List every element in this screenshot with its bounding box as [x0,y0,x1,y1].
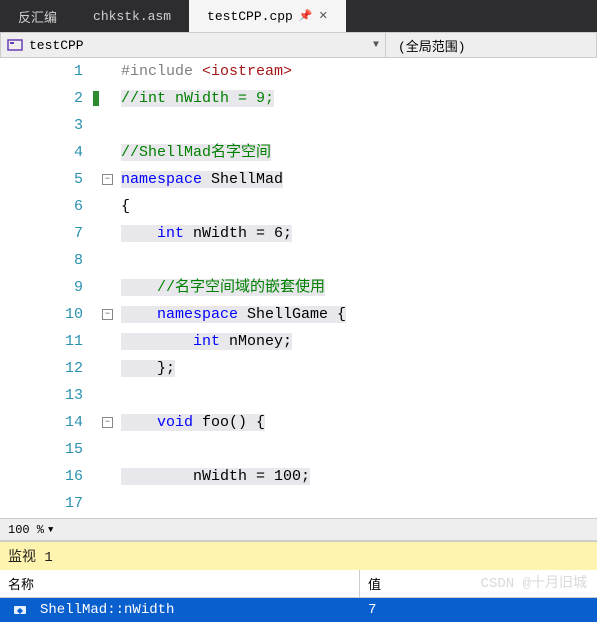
line-number: 8 [0,247,101,274]
line-number: 4 [0,139,101,166]
watch-var-value: 7 [360,602,597,618]
svg-text:◆: ◆ [17,607,24,616]
line-number: 15 [0,436,101,463]
code-area[interactable]: #include <iostream>//int nWidth = 9; //Sh… [105,58,597,518]
line-number: 13 [0,382,101,409]
line-number: 6 [0,193,101,220]
chevron-down-icon: ▼ [373,40,379,51]
code-line[interactable]: int nWidth = 6; [105,220,597,247]
code-line[interactable] [105,247,597,274]
tab-chkstk[interactable]: chkstk.asm [75,0,189,32]
line-number: 9 [0,274,101,301]
code-line[interactable]: //int nWidth = 9; [105,85,597,112]
watch-header: 名称 值 [0,570,597,598]
code-line[interactable]: #include <iostream> [105,58,597,85]
zoom-value: 100 % [8,523,44,537]
scope-right-dropdown[interactable]: (全局范围) [386,33,596,57]
watch-row[interactable]: ◆ ShellMad::nWidth 7 [0,598,597,622]
code-line[interactable]: namespace ShellGame { [105,301,597,328]
zoom-control[interactable]: 100 % ▼ [0,518,597,540]
code-line[interactable]: nWidth = 100; [105,463,597,490]
line-number: 14− [0,409,101,436]
code-line[interactable]: namespace ShellMad [105,166,597,193]
chevron-down-icon: ▼ [48,525,53,535]
line-number: 11 [0,328,101,355]
code-line[interactable] [105,112,597,139]
code-line[interactable] [105,382,597,409]
line-number: 16 [0,463,101,490]
code-line[interactable]: { [105,193,597,220]
code-line[interactable]: //名字空间域的嵌套使用 [105,274,597,301]
code-line[interactable]: void foo() { [105,409,597,436]
code-line[interactable] [105,490,597,517]
line-number: 17 [0,490,101,517]
tab-disassembly[interactable]: 反汇编 [0,0,75,32]
code-line[interactable]: //ShellMad名字空间 [105,139,597,166]
line-number: 1 [0,58,101,85]
watch-var-name: ShellMad::nWidth [40,602,360,618]
line-number: 3 [0,112,101,139]
line-gutter: 12345−678910−11121314−151617 [0,58,105,518]
tab-testcpp[interactable]: testCPP.cpp 📌 ✕ [189,0,346,32]
change-mark-icon [93,91,99,106]
line-number: 10− [0,301,101,328]
code-line[interactable]: }; [105,355,597,382]
scope-toolbar: testCPP ▼ (全局范围) [0,32,597,58]
watch-panel-title: 监视 1 [0,540,597,570]
watch-col-value[interactable]: 值 [360,570,597,597]
tab-bar: 反汇编 chkstk.asm testCPP.cpp 📌 ✕ [0,0,597,32]
pin-icon[interactable]: 📌 [299,9,313,23]
close-icon[interactable]: ✕ [319,9,328,23]
scope-left-dropdown[interactable]: testCPP ▼ [1,33,386,57]
scope-left-text: testCPP [29,38,367,53]
watch-col-name[interactable]: 名称 [0,570,360,597]
scope-right-text: (全局范围) [398,36,584,55]
variable-icon: ◆ [0,602,40,618]
line-number: 2 [0,85,101,112]
line-number: 7 [0,220,101,247]
line-number: 5− [0,166,101,193]
code-line[interactable] [105,436,597,463]
line-number: 12 [0,355,101,382]
code-editor[interactable]: 12345−678910−11121314−151617 #include <i… [0,58,597,518]
project-icon [7,37,23,53]
code-line[interactable]: int nMoney; [105,328,597,355]
